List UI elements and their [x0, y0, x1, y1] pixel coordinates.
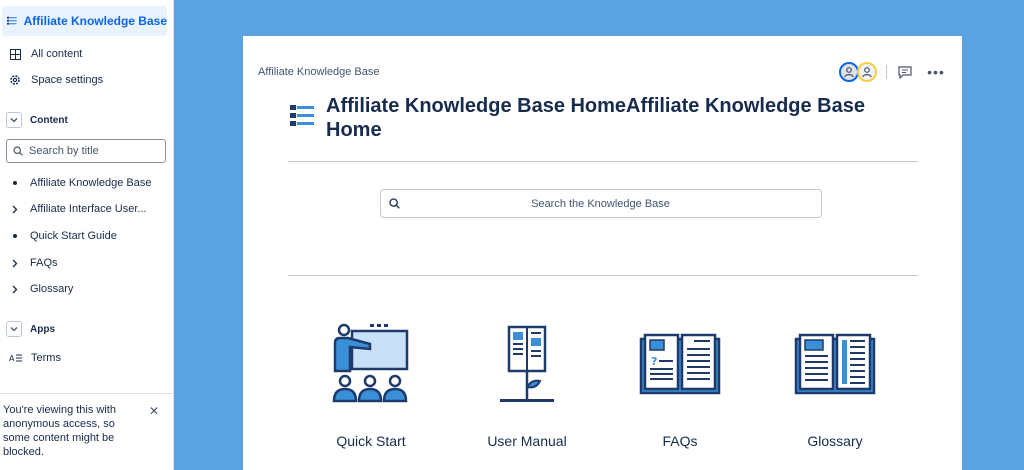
space-logo-icon — [7, 16, 17, 25]
chevron-right-icon[interactable] — [8, 285, 22, 294]
content-section-header[interactable]: Content — [0, 110, 174, 130]
title-divider — [288, 161, 918, 162]
chevron-right-icon[interactable] — [8, 259, 22, 268]
comment-button[interactable] — [897, 64, 913, 80]
space-header[interactable]: Affiliate Knowledge Base — [2, 6, 167, 36]
toolbar-separator — [886, 65, 887, 79]
anonymous-access-notice: You're viewing this with anonymous acces… — [3, 404, 116, 458]
tree-item-label: Affiliate Interface User... — [30, 203, 147, 215]
knowledge-base-logo-icon — [290, 105, 314, 126]
tile-faqs[interactable]: ? FAQs — [625, 321, 735, 461]
close-icon[interactable]: ✕ — [148, 405, 160, 417]
tree-item-label: Glossary — [30, 283, 74, 295]
gear-icon — [8, 73, 22, 87]
tree-item-glossary[interactable]: Glossary — [0, 278, 174, 300]
apps-section-header[interactable]: Apps — [0, 319, 174, 339]
svg-text:A: A — [9, 354, 15, 363]
manual-icon — [500, 325, 554, 402]
glossary-book-icon — [794, 333, 876, 395]
nav-space-settings[interactable]: Space settings — [0, 69, 174, 91]
tree-item-quick-start-guide[interactable]: Quick Start Guide — [0, 225, 174, 247]
title-search-input[interactable] — [29, 145, 159, 157]
more-options-icon[interactable]: ••• — [927, 64, 945, 80]
chevron-down-icon[interactable] — [6, 321, 22, 337]
comment-icon — [898, 65, 912, 79]
chevron-down-icon[interactable] — [6, 112, 22, 128]
grid-icon — [8, 47, 22, 61]
app-item-label: Terms — [31, 352, 61, 364]
bullet-icon — [8, 234, 22, 238]
avatar[interactable] — [857, 62, 877, 82]
nav-all-content[interactable]: All content — [0, 43, 174, 65]
nav-label: All content — [31, 48, 83, 60]
apps-section-label: Apps — [30, 323, 55, 335]
presenter-icon — [332, 323, 409, 403]
kb-search-input[interactable] — [400, 197, 801, 210]
terms-icon: A — [8, 351, 22, 365]
bullet-icon — [8, 181, 22, 185]
section-divider — [288, 275, 918, 276]
svg-text:?: ? — [651, 355, 657, 368]
kb-search[interactable] — [380, 189, 822, 218]
breadcrumb[interactable]: Affiliate Knowledge Base — [258, 66, 380, 78]
avatar[interactable] — [839, 62, 859, 82]
faq-book-icon: ? — [639, 333, 721, 395]
title-search[interactable] — [6, 139, 166, 163]
tree-item-label: FAQs — [30, 257, 58, 269]
tree-item-affiliate-interface[interactable]: Affiliate Interface User... — [0, 198, 174, 220]
app-item-terms[interactable]: A Terms — [0, 347, 174, 369]
page-title: Affiliate Knowledge Base HomeAffiliate K… — [326, 95, 865, 141]
tile-glossary[interactable]: Glossary — [780, 321, 890, 461]
tile-label: User Manual — [487, 433, 567, 449]
page-content: Affiliate Knowledge Base ••• Affiliate K… — [243, 36, 962, 470]
viewer-avatars[interactable] — [839, 62, 877, 82]
space-title: Affiliate Knowledge Base — [23, 14, 167, 28]
tile-label: Glossary — [807, 433, 863, 449]
sidebar-divider — [0, 393, 174, 394]
tree-item-affiliate-knowledge-base[interactable]: Affiliate Knowledge Base — [0, 172, 174, 194]
user-icon — [844, 67, 854, 78]
user-icon — [862, 67, 872, 78]
tree-item-faqs[interactable]: FAQs — [0, 252, 174, 274]
tile-label: Quick Start — [336, 433, 406, 449]
tile-quick-start[interactable]: Quick Start — [316, 321, 426, 461]
search-icon — [389, 198, 400, 209]
nav-label: Space settings — [31, 74, 104, 86]
tree-item-label: Affiliate Knowledge Base — [30, 177, 152, 189]
tree-item-label: Quick Start Guide — [30, 230, 117, 242]
chevron-right-icon[interactable] — [8, 205, 22, 214]
search-icon — [13, 146, 23, 156]
sidebar: Affiliate Knowledge Base All content Spa… — [0, 0, 174, 470]
tile-label: FAQs — [662, 433, 698, 449]
tile-user-manual[interactable]: User Manual — [472, 321, 582, 461]
content-section-label: Content — [30, 114, 68, 126]
